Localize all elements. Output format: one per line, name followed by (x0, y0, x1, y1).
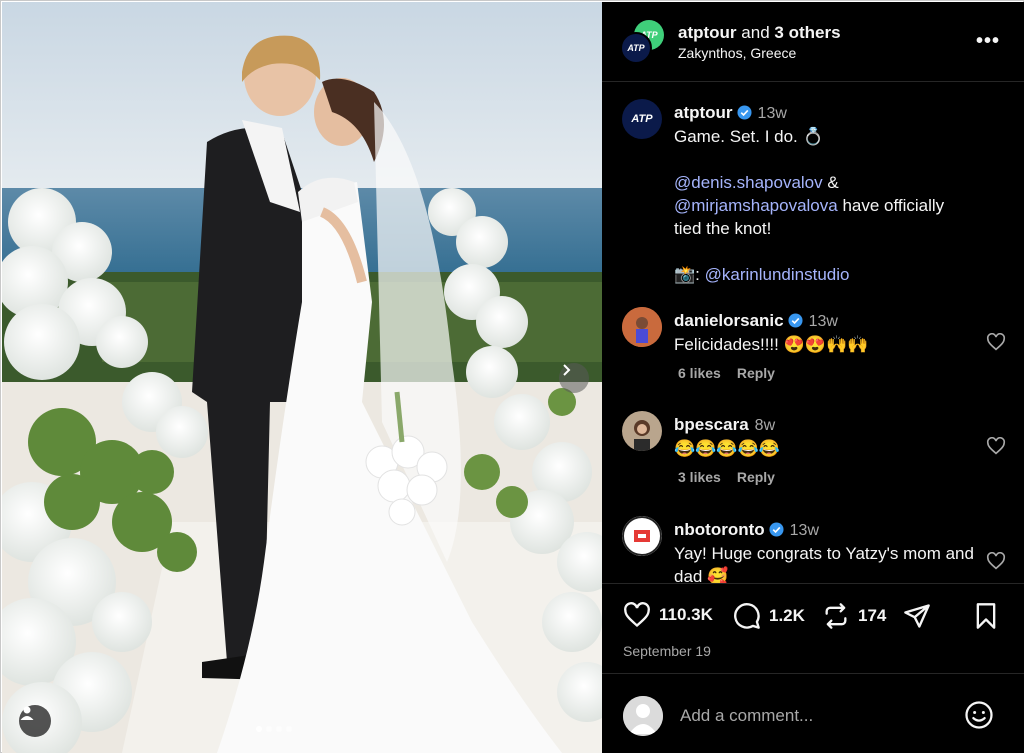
comment-text: 😂😂😂😂😂 (674, 439, 780, 458)
verified-badge-icon (737, 105, 752, 120)
user-icon (20, 706, 34, 720)
current-user-avatar (623, 696, 663, 736)
emoji-picker-icon[interactable] (964, 700, 994, 730)
like-count: 110.3K (659, 605, 713, 624)
more-options-button[interactable]: ••• (976, 30, 1000, 53)
carousel-dot (266, 726, 272, 732)
post-caption: ATP atptour 13w Game. Set. I do. 💍 @denis… (622, 99, 1012, 299)
comment-item: bpescara 8w 😂😂😂😂😂 3 likes Reply (622, 411, 1012, 501)
comment-input[interactable] (680, 702, 950, 730)
wedding-photo-illustration (2, 2, 602, 753)
comment-text: Felicidades!!!! 😍😍🙌🙌 (674, 335, 869, 354)
comment-button[interactable]: 1.2K (733, 602, 805, 630)
default-avatar-icon (623, 696, 663, 736)
atptour-caption-avatar[interactable]: ATP (622, 99, 662, 139)
repost-button[interactable]: 174 (822, 602, 886, 630)
post-actions-bar: 110.3K 1.2K 174 September 19 (602, 583, 1024, 673)
caption-username[interactable]: atptour (674, 103, 733, 122)
mention-link[interactable]: @denis.shapovalov (674, 173, 823, 192)
comment-likes[interactable]: 6 likes (678, 365, 721, 381)
comment-item: danielorsanic 13w Felicidades!!!! 😍😍🙌🙌 6 … (622, 307, 1012, 397)
repost-icon (825, 603, 847, 629)
comment-username[interactable]: nbotoronto (674, 520, 765, 539)
caption-time: 13w (757, 105, 787, 122)
caption-amp: & (822, 173, 839, 192)
comment-item: nbotoronto 13w Yay! Huge congrats to Yatz… (622, 516, 1012, 583)
others-link[interactable]: 3 others (774, 23, 840, 42)
caption-body: atptour 13w Game. Set. I do. 💍 @denis.sha… (674, 101, 974, 286)
comment-body: bpescara 8w 😂😂😂😂😂 (674, 413, 974, 460)
comment-username[interactable]: danielorsanic (674, 311, 784, 330)
comment-meta: 3 likes Reply (678, 469, 791, 485)
verified-badge-icon (788, 313, 803, 328)
comment-body: danielorsanic 13w Felicidades!!!! 😍😍🙌🙌 (674, 309, 974, 356)
comment-username[interactable]: bpescara (674, 415, 749, 434)
nbo-logo-icon (622, 516, 662, 556)
post-authors[interactable]: atptour and 3 others (678, 23, 841, 43)
comment-body: nbotoronto 13w Yay! Huge congrats to Yatz… (674, 518, 974, 583)
like-button[interactable]: 110.3K (623, 602, 713, 628)
post-details-panel: ATP ATP atptour and 3 others Zakynthos, … (602, 2, 1024, 753)
reply-button[interactable]: Reply (737, 365, 775, 381)
mention-link[interactable]: @karinlundinstudio (705, 265, 850, 284)
comment-text: Yay! Huge congrats to Yatzy's mom and da… (674, 544, 974, 583)
comment-meta: 6 likes Reply (678, 365, 791, 381)
comment-bubble-icon (734, 603, 760, 629)
add-comment-bar (602, 673, 1024, 753)
author-username[interactable]: atptour (678, 23, 737, 42)
carousel-dot (256, 726, 262, 732)
chevron-right-icon (563, 364, 571, 376)
carousel-dot (286, 726, 292, 732)
post-window: ATP ATP atptour and 3 others Zakynthos, … (0, 0, 1024, 753)
comment-likes[interactable]: 3 likes (678, 469, 721, 485)
mention-link[interactable]: @mirjamshapovalova (674, 196, 838, 215)
comment-time: 13w (789, 522, 819, 539)
like-comment-heart-icon[interactable] (986, 437, 1006, 455)
save-button[interactable] (974, 602, 998, 630)
post-header: ATP ATP atptour and 3 others Zakynthos, … (602, 2, 1024, 82)
camera-emoji: 📸: (674, 265, 705, 284)
next-photo-button[interactable] (559, 363, 589, 393)
comment-count: 1.2K (769, 606, 805, 625)
like-comment-heart-icon[interactable] (986, 333, 1006, 351)
comment-time: 8w (754, 417, 776, 434)
bookmark-icon (976, 603, 996, 629)
commenter-avatar[interactable] (622, 307, 662, 347)
share-button[interactable] (903, 602, 931, 630)
comments-scroll-area[interactable]: ATP atptour 13w Game. Set. I do. 💍 @denis… (602, 83, 1024, 583)
like-comment-heart-icon[interactable] (986, 552, 1006, 570)
authors-connector: and (741, 23, 770, 42)
verified-badge-icon (769, 522, 784, 537)
collab-avatars[interactable]: ATP ATP (620, 20, 666, 64)
comment-time: 13w (808, 313, 838, 330)
heart-icon (624, 602, 650, 628)
post-photo[interactable] (2, 2, 602, 753)
carousel-dot (276, 726, 282, 732)
carousel-indicator (256, 726, 292, 732)
user-avatar-icon (622, 411, 662, 451)
commenter-avatar[interactable] (622, 411, 662, 451)
tagged-users-button[interactable] (19, 705, 51, 737)
commenter-avatar[interactable] (622, 516, 662, 556)
reply-button[interactable]: Reply (737, 469, 775, 485)
user-avatar-icon (622, 307, 662, 347)
post-location[interactable]: Zakynthos, Greece (678, 45, 796, 61)
atptour-avatar: ATP (620, 32, 652, 64)
post-date: September 19 (623, 643, 711, 659)
caption-line1: Game. Set. I do. 💍 (674, 127, 824, 146)
send-icon (904, 604, 930, 628)
repost-count: 174 (858, 606, 887, 625)
